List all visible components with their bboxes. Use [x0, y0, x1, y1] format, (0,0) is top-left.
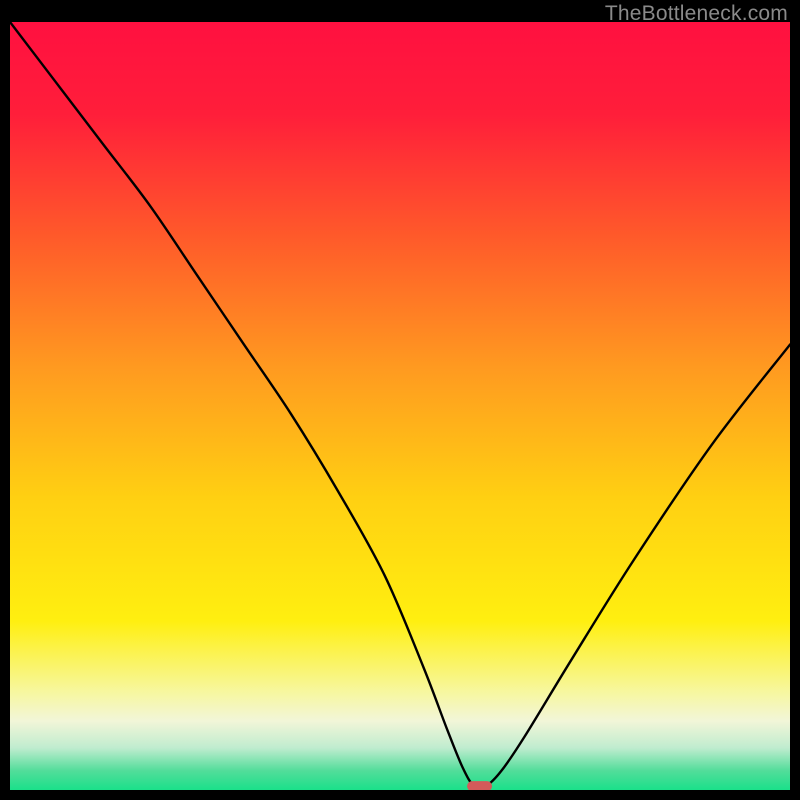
bottleneck-chart	[10, 22, 790, 790]
chart-frame	[10, 22, 790, 790]
gradient-background	[10, 22, 790, 790]
optimum-marker	[467, 781, 492, 790]
